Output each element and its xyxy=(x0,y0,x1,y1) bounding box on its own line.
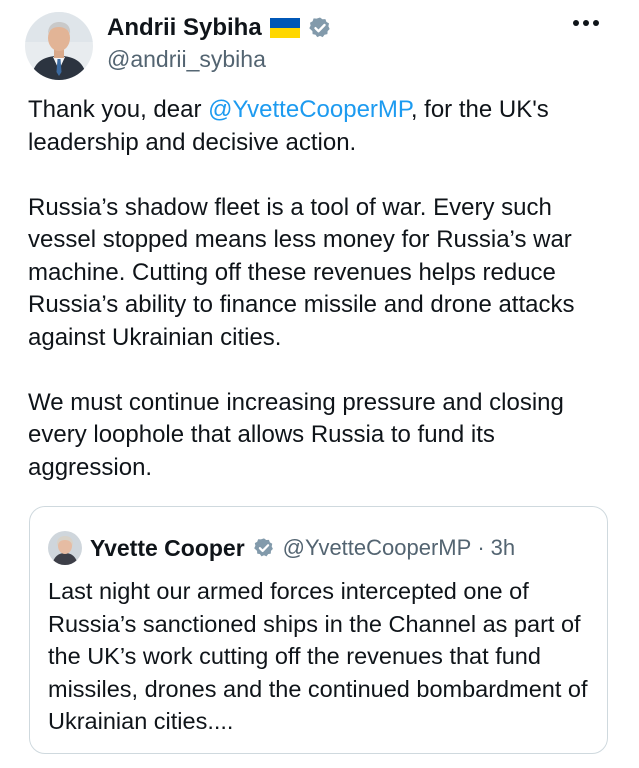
quoted-tweet-text: Last night our armed forces intercepted … xyxy=(48,578,588,734)
author-handle[interactable]: @andrii_sybiha xyxy=(107,46,266,73)
tweet-text: Thank you, dear @YvetteCooperMP, for the… xyxy=(28,94,618,484)
author-name[interactable]: Andrii Sybiha xyxy=(107,14,262,42)
mention-link[interactable]: @YvetteCooperMP xyxy=(208,96,411,123)
verified-badge-icon[interactable] xyxy=(308,16,332,40)
more-options-button[interactable] xyxy=(568,10,604,36)
tweet: Andrii Sybiha @andrii_sybiha Thank you, … xyxy=(0,0,639,768)
quoted-tweet-header: Yvette Cooper @YvetteCooperMP · 3h xyxy=(48,531,515,565)
tweet-text-part: Thank you, dear xyxy=(28,96,209,123)
quoted-timestamp[interactable]: 3h xyxy=(491,535,515,561)
quoted-author-avatar[interactable] xyxy=(48,531,82,565)
author-avatar-image xyxy=(25,12,93,80)
quoted-separator: · xyxy=(477,535,485,560)
author-name-row: Andrii Sybiha xyxy=(107,10,332,46)
tweet-paragraph-3: We must continue increasing pressure and… xyxy=(28,388,564,481)
quoted-tweet-card[interactable]: Yvette Cooper @YvetteCooperMP · 3h Last … xyxy=(29,506,608,754)
more-dots-icon xyxy=(573,20,599,26)
tweet-paragraph-1: Thank you, dear @YvetteCooperMP, for the… xyxy=(28,94,618,159)
tweet-paragraph-2: Russia’s shadow fleet is a tool of war. … xyxy=(28,193,575,351)
author-avatar[interactable] xyxy=(25,12,93,80)
quoted-verified-badge-icon xyxy=(253,537,275,559)
quoted-author-handle[interactable]: @YvetteCooperMP xyxy=(283,535,472,561)
quoted-author-name[interactable]: Yvette Cooper xyxy=(90,535,245,562)
ukraine-flag-icon xyxy=(269,18,300,38)
